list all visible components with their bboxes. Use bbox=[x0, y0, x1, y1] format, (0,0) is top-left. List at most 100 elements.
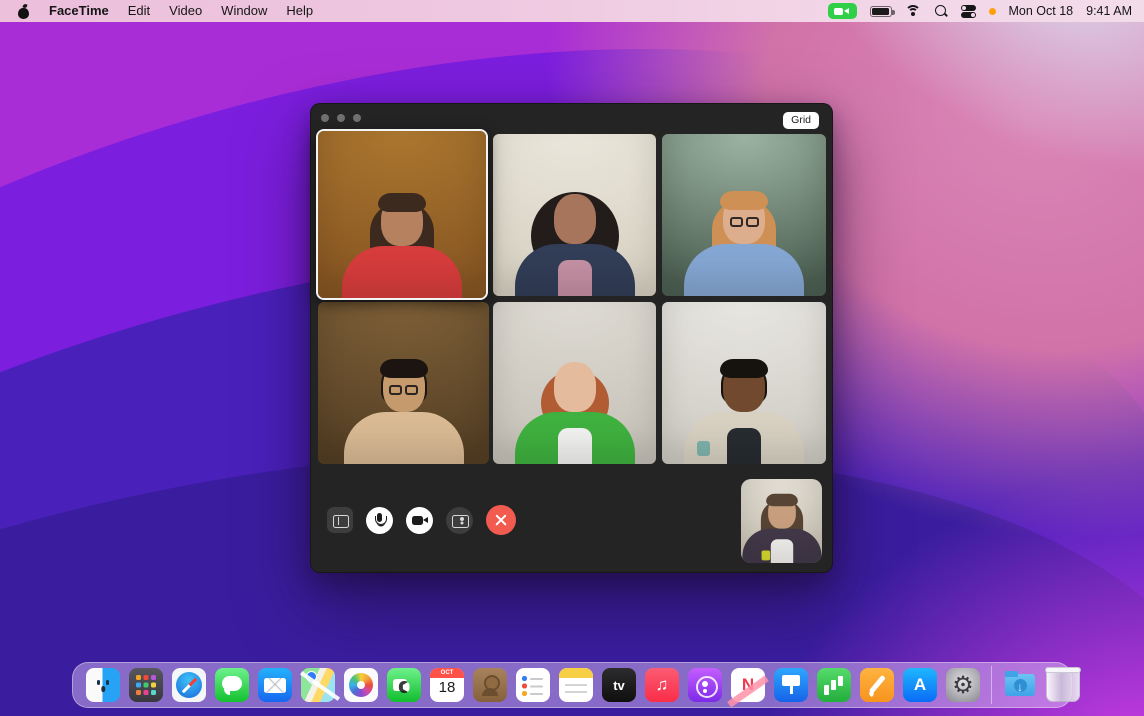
menu-window[interactable]: Window bbox=[221, 3, 267, 18]
mute-microphone-button[interactable] bbox=[366, 507, 393, 534]
menu-bar-status: Mon Oct 18 9:41 AM bbox=[828, 0, 1144, 22]
inner-shirt bbox=[727, 428, 761, 464]
glasses bbox=[386, 385, 422, 395]
dock-item-keynote[interactable] bbox=[774, 668, 808, 702]
participant-person bbox=[329, 352, 479, 464]
torso bbox=[742, 529, 821, 563]
toggle-camera-button[interactable] bbox=[406, 507, 433, 534]
news-glyph: N bbox=[731, 668, 765, 702]
tv-glyph: tv bbox=[602, 668, 636, 702]
menu-bar-date[interactable]: Mon Oct 18 bbox=[1009, 4, 1074, 18]
dock-item-mail[interactable] bbox=[258, 668, 292, 702]
glasses bbox=[726, 217, 762, 227]
menu-video[interactable]: Video bbox=[169, 3, 202, 18]
dock-item-safari[interactable] bbox=[172, 668, 206, 702]
inner-shirt bbox=[558, 428, 592, 464]
wifi-icon[interactable] bbox=[905, 5, 921, 17]
dock-item-photos[interactable] bbox=[344, 668, 378, 702]
mic-in-use-dot bbox=[989, 8, 996, 15]
participant-video-scene bbox=[318, 131, 486, 298]
participant-video-scene bbox=[493, 302, 656, 464]
torso bbox=[515, 244, 635, 296]
dock-item-podcasts[interactable] bbox=[688, 668, 722, 702]
hair bbox=[531, 192, 619, 280]
head bbox=[383, 362, 425, 412]
participant-person bbox=[500, 184, 650, 296]
torso bbox=[342, 246, 462, 300]
traffic-lights bbox=[321, 114, 361, 122]
torso bbox=[684, 412, 804, 464]
dock-item-facetime[interactable] bbox=[387, 668, 421, 702]
menu-bar-left: FaceTime Edit Video Window Help bbox=[0, 0, 332, 22]
head bbox=[768, 496, 796, 529]
dock-item-messages[interactable] bbox=[215, 668, 249, 702]
menu-facetime[interactable]: FaceTime bbox=[49, 3, 109, 18]
dock-item-calendar[interactable]: OCT 18 bbox=[430, 668, 464, 702]
dock-item-pages[interactable] bbox=[860, 668, 894, 702]
menu-bar-clock[interactable]: 9:41 AM bbox=[1086, 4, 1132, 18]
dock-item-finder[interactable] bbox=[86, 668, 120, 702]
dock-item-numbers[interactable] bbox=[817, 668, 851, 702]
dock-item-contacts[interactable] bbox=[473, 668, 507, 702]
camera-active-indicator-icon[interactable] bbox=[828, 3, 857, 19]
participant-person bbox=[741, 489, 822, 563]
participant-tile[interactable] bbox=[493, 134, 656, 296]
head bbox=[723, 194, 765, 244]
participant-video-scene bbox=[662, 302, 826, 464]
inner-shirt bbox=[558, 260, 592, 296]
participant-tile[interactable] bbox=[318, 302, 489, 464]
calendar-day: 18 bbox=[430, 679, 464, 696]
dock-item-trash[interactable] bbox=[1046, 668, 1080, 702]
dock-item-reminders[interactable] bbox=[516, 668, 550, 702]
apple-menu-icon[interactable] bbox=[17, 4, 30, 19]
minimize-button[interactable] bbox=[337, 114, 345, 122]
hair bbox=[760, 500, 802, 563]
participant-video-scene bbox=[741, 479, 822, 563]
zoom-button[interactable] bbox=[353, 114, 361, 122]
participant-person bbox=[669, 352, 819, 464]
control-center-icon[interactable] bbox=[961, 5, 976, 18]
menu-edit[interactable]: Edit bbox=[128, 3, 150, 18]
participant-tile[interactable] bbox=[662, 302, 826, 464]
calendar-month: OCT bbox=[430, 670, 464, 676]
torso bbox=[515, 412, 635, 464]
end-call-button[interactable] bbox=[486, 505, 516, 535]
participant-video-scene bbox=[493, 134, 656, 296]
head bbox=[381, 196, 423, 246]
dock-item-settings[interactable]: ⚙ bbox=[946, 668, 980, 702]
participant-video-scene bbox=[318, 302, 489, 464]
close-button[interactable] bbox=[321, 114, 329, 122]
window-titlebar[interactable]: Grid bbox=[311, 104, 832, 130]
settings-glyph: ⚙ bbox=[946, 668, 980, 702]
participant-tile-active[interactable] bbox=[316, 129, 488, 300]
share-screen-button[interactable] bbox=[446, 507, 473, 534]
head bbox=[554, 362, 596, 412]
appstore-glyph: A bbox=[903, 668, 937, 702]
grid-view-button[interactable]: Grid bbox=[783, 112, 819, 129]
self-view[interactable] bbox=[741, 479, 822, 563]
dock-item-launchpad[interactable] bbox=[129, 668, 163, 702]
dock-item-tv[interactable]: tv bbox=[602, 668, 636, 702]
head bbox=[554, 194, 596, 244]
hair bbox=[541, 370, 609, 436]
dock-item-maps[interactable] bbox=[301, 668, 335, 702]
dock-item-notes[interactable] bbox=[559, 668, 593, 702]
participant-tile[interactable] bbox=[662, 134, 826, 296]
participant-video-scene bbox=[662, 134, 826, 296]
show-sidebar-button[interactable] bbox=[327, 507, 353, 533]
head bbox=[723, 362, 765, 412]
hair bbox=[712, 200, 776, 296]
downloads-glyph: ↓ bbox=[1003, 668, 1037, 702]
battery-icon[interactable] bbox=[870, 6, 892, 17]
hair bbox=[370, 202, 434, 300]
menu-help[interactable]: Help bbox=[286, 3, 313, 18]
dock: OCT 18 tv ♫ N A ⚙ ↓ bbox=[72, 662, 1072, 708]
participant-person bbox=[669, 184, 819, 296]
participant-tile[interactable] bbox=[493, 302, 656, 464]
dock-item-music[interactable]: ♫ bbox=[645, 668, 679, 702]
participant-person bbox=[500, 352, 650, 464]
spotlight-search-icon[interactable] bbox=[934, 4, 948, 18]
dock-item-appstore[interactable]: A bbox=[903, 668, 937, 702]
dock-item-downloads[interactable]: ↓ bbox=[1003, 668, 1037, 702]
dock-item-news[interactable]: N bbox=[731, 668, 765, 702]
